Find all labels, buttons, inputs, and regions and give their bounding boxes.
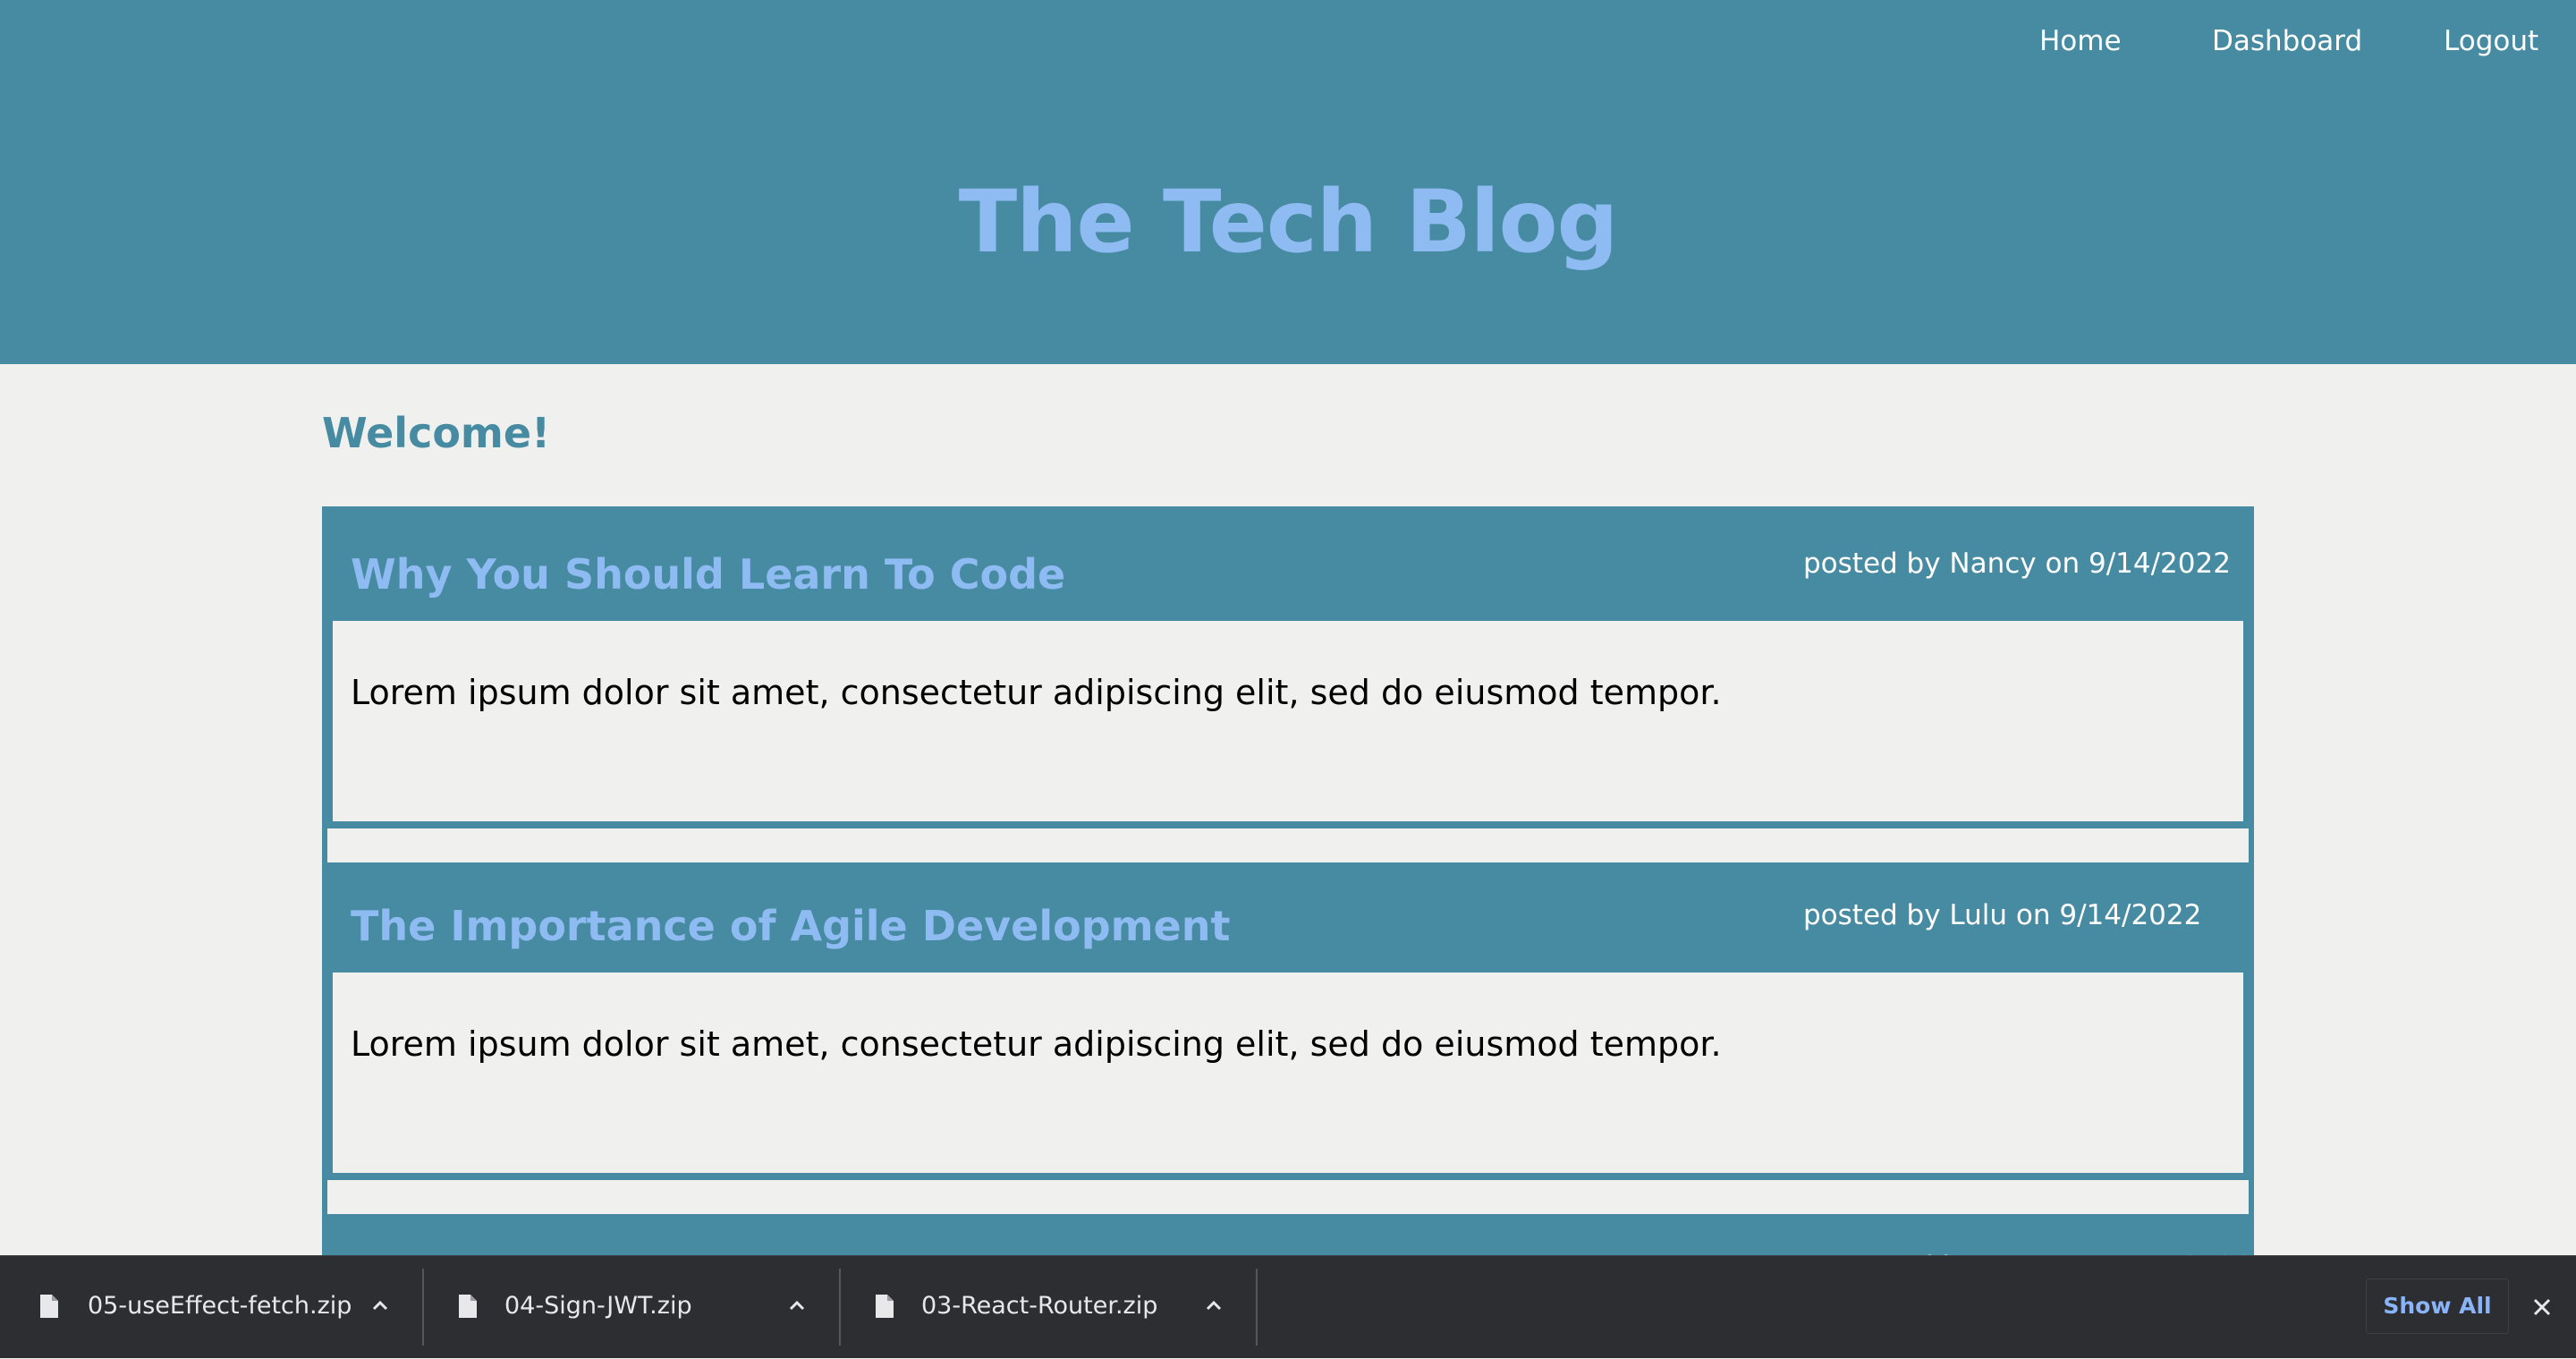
download-bar: 05-useEffect-fetch.zip 04-Sign-JWT.zip 0…	[0, 1255, 2576, 1358]
post-meta: posted by Nancy on 9/14/2022	[1803, 548, 2231, 580]
download-file-name: 05-useEffect-fetch.zip	[88, 1292, 352, 1320]
site-header: Home Dashboard Logout The Tech Blog	[0, 0, 2576, 364]
post-text: Lorem ipsum dolor sit amet, consectetur …	[351, 673, 1722, 712]
download-divider	[1256, 1269, 1258, 1346]
file-icon	[459, 1295, 477, 1318]
download-file-name: 03-React-Router.zip	[921, 1292, 1158, 1320]
download-item[interactable]: 03-React-Router.zip	[835, 1256, 1256, 1359]
chevron-up-icon[interactable]	[784, 1292, 810, 1319]
chevron-up-icon[interactable]	[367, 1292, 394, 1319]
download-item[interactable]: 04-Sign-JWT.zip	[419, 1256, 839, 1359]
post-body: Lorem ipsum dolor sit amet, consectetur …	[333, 973, 2243, 1173]
post-header: Why You Should Learn To Code posted by N…	[333, 517, 2243, 616]
post-header: posted by Tracy on 9/14/2022	[333, 1220, 2252, 1258]
post-title[interactable]: The Importance of Agile Development	[351, 901, 1231, 951]
post-list: Why You Should Learn To Code posted by N…	[322, 506, 2254, 1258]
nav-home-link[interactable]: Home	[2039, 25, 2122, 57]
post-text: Lorem ipsum dolor sit amet, consectetur …	[351, 1024, 1722, 1064]
post-meta: posted by Lulu on 9/14/2022	[1803, 899, 2202, 931]
file-icon	[876, 1295, 894, 1318]
post-title[interactable]: Why You Should Learn To Code	[351, 549, 1065, 599]
welcome-heading: Welcome!	[322, 409, 551, 457]
post-body: Lorem ipsum dolor sit amet, consectetur …	[333, 621, 2243, 821]
post-divider	[327, 1180, 2249, 1214]
download-file-name: 04-Sign-JWT.zip	[504, 1292, 692, 1320]
chevron-up-icon[interactable]	[1200, 1292, 1227, 1319]
post-header: The Importance of Agile Development post…	[333, 869, 2243, 967]
download-item[interactable]: 05-useEffect-fetch.zip	[0, 1256, 422, 1359]
nav-dashboard-link[interactable]: Dashboard	[2212, 25, 2362, 57]
nav-logout-link[interactable]: Logout	[2444, 25, 2538, 57]
post-divider	[327, 828, 2249, 862]
site-title: The Tech Blog	[958, 172, 1619, 272]
file-icon	[40, 1295, 58, 1318]
show-all-button[interactable]: Show All	[2366, 1278, 2509, 1334]
close-icon[interactable]	[2527, 1292, 2557, 1322]
